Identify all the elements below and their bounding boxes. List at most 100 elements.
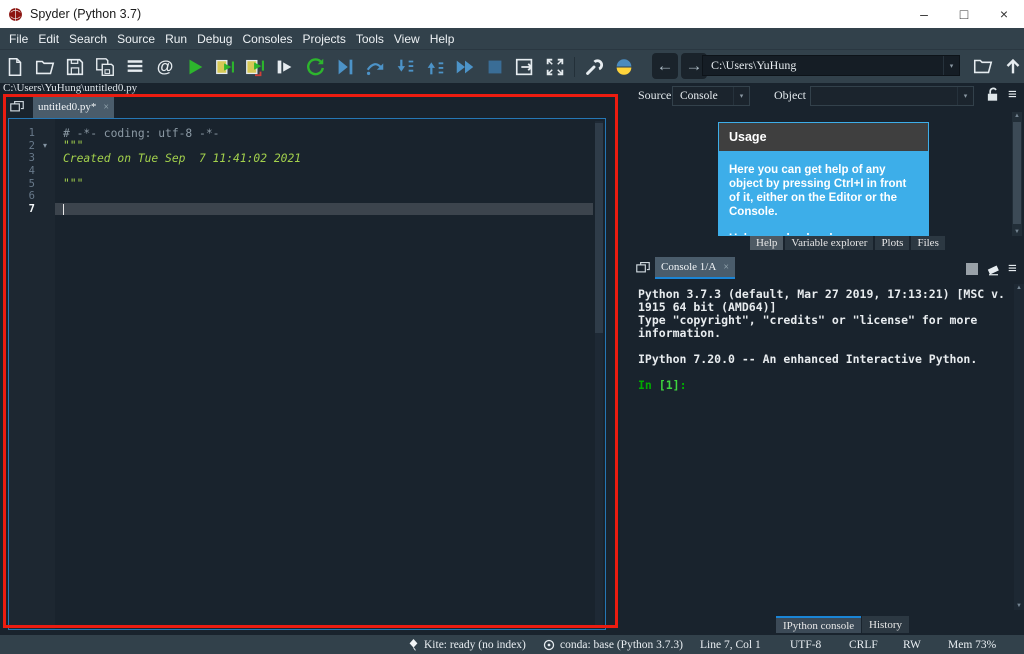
tab-ipython-console[interactable]: IPython console (776, 616, 862, 633)
source-label: Source (638, 88, 672, 102)
console-browse-tabs-button[interactable] (634, 260, 652, 276)
tab-variable-explorer[interactable]: Variable explorer (785, 236, 874, 250)
line-number: 7 (28, 202, 35, 215)
re-run-last-cell-button[interactable] (302, 54, 328, 80)
preferences-button[interactable] (581, 54, 607, 80)
run-file-button[interactable] (182, 54, 208, 80)
open-file-button[interactable] (32, 54, 58, 80)
file-switcher-button[interactable] (122, 54, 148, 80)
step-into-icon (397, 59, 414, 72)
line-number: 1 (28, 127, 35, 140)
dropdown-arrow-icon[interactable]: ▾ (733, 87, 749, 105)
scroll-down-icon[interactable]: ▼ (1012, 229, 1022, 235)
save-icon (66, 58, 84, 75)
back-button[interactable]: ← (652, 53, 678, 79)
continue-execution-button[interactable] (452, 54, 478, 80)
parent-directory-button[interactable] (1000, 53, 1024, 79)
current-line-highlight (55, 202, 593, 216)
step-over-button[interactable] (362, 54, 388, 80)
back-arrow-icon: ← (656, 56, 674, 75)
usage-tooltip: Usage Here you can get help of any objec… (718, 122, 929, 236)
tab-history[interactable]: History (862, 616, 909, 633)
code-line: 6 (9, 190, 605, 203)
python-logo-icon (616, 58, 632, 75)
line-number: 5 (28, 177, 35, 190)
pythonpath-manager-button[interactable] (611, 54, 637, 80)
scrollbar-thumb[interactable] (595, 123, 603, 333)
tab-plots[interactable]: Plots (875, 236, 910, 250)
editor-tab-untitled0[interactable]: untitled0.py* × (33, 96, 114, 118)
save-all-button[interactable] (92, 54, 118, 80)
menu-source[interactable]: Source (112, 32, 160, 46)
menu-view[interactable]: View (389, 32, 425, 46)
text-cursor (63, 203, 64, 215)
stop-debugging-button[interactable] (482, 54, 508, 80)
run-selection-button[interactable] (272, 54, 298, 80)
console-options-menu-button[interactable]: ≡ (1008, 261, 1017, 276)
run-cell-button[interactable] (212, 54, 238, 80)
open-folder-icon (35, 60, 55, 74)
tab-help[interactable]: Help (750, 236, 784, 250)
console-interrupt-button[interactable] (966, 263, 978, 275)
working-directory-combo[interactable]: C:\Users\YuHung ▾ (702, 55, 960, 76)
open-ipython-console-button[interactable] (512, 54, 538, 80)
close-button[interactable]: × (984, 0, 1024, 28)
menu-debug[interactable]: Debug (192, 32, 237, 46)
status-bar: Kite: ready (no index) conda: base (Pyth… (0, 635, 1024, 654)
new-file-button[interactable] (2, 54, 28, 80)
dropdown-arrow-icon[interactable]: ▾ (957, 87, 973, 105)
console-tab[interactable]: Console 1/A × (655, 257, 735, 279)
menu-help[interactable]: Help (425, 32, 460, 46)
save-file-button[interactable] (62, 54, 88, 80)
editor-vertical-scrollbar[interactable] (595, 121, 603, 627)
help-pane-header: Source Console ▾ Object ▾ ≡ (634, 84, 1024, 107)
at-symbol-icon: @ (156, 56, 174, 76)
debug-file-button[interactable] (332, 54, 358, 80)
console-clear-button[interactable] (986, 262, 1001, 282)
step-over-icon (366, 62, 384, 75)
conda-status: conda: base (Python 3.7.3) (543, 635, 683, 654)
console-scrollbar[interactable]: ▲ ▼ (1014, 284, 1024, 610)
editor-pane[interactable]: 1 # -*- coding: utf-8 -*- 2 ▾ """ 3 Crea… (8, 118, 606, 630)
menu-bar: File Edit Search Source Run Debug Consol… (0, 28, 1024, 49)
help-lock-button[interactable] (984, 86, 1001, 108)
menu-tools[interactable]: Tools (351, 32, 389, 46)
toolbar-separator (574, 56, 575, 77)
editor-code-area[interactable]: 1 # -*- coding: utf-8 -*- 2 ▾ """ 3 Crea… (9, 127, 605, 216)
scroll-down-icon[interactable]: ▼ (1014, 603, 1024, 609)
help-options-menu-button[interactable]: ≡ (1008, 87, 1017, 102)
menu-projects[interactable]: Projects (298, 32, 351, 46)
open-directory-button[interactable] (970, 53, 996, 79)
tab-close-icon[interactable]: × (723, 262, 729, 273)
menu-search[interactable]: Search (64, 32, 112, 46)
scroll-up-icon[interactable]: ▲ (1014, 285, 1024, 291)
menu-edit[interactable]: Edit (33, 32, 64, 46)
menu-run[interactable]: Run (160, 32, 192, 46)
ipython-console-output[interactable]: Python 3.7.3 (default, Mar 27 2019, 17:1… (638, 288, 1018, 392)
scroll-up-icon[interactable]: ▲ (1012, 113, 1022, 119)
list-icon (127, 59, 143, 72)
help-source-combo[interactable]: Console ▾ (672, 86, 750, 106)
tab-files[interactable]: Files (911, 236, 945, 250)
find-symbols-button[interactable]: @ (152, 54, 178, 80)
kite-icon (409, 639, 418, 651)
editor-browse-tabs-button[interactable] (8, 99, 26, 115)
maximize-button[interactable]: □ (944, 0, 984, 28)
dropdown-arrow-icon[interactable]: ▾ (943, 56, 959, 75)
tab-close-icon[interactable]: × (103, 102, 109, 113)
menu-consoles[interactable]: Consoles (237, 32, 297, 46)
usage-paragraph-1: Here you can get help of any object by p… (729, 164, 907, 218)
file-encoding: UTF-8 (790, 638, 822, 651)
maximize-pane-button[interactable] (542, 54, 568, 80)
help-object-combo[interactable]: ▾ (810, 86, 974, 106)
help-scrollbar[interactable]: ▲ ▼ (1012, 112, 1022, 236)
scrollbar-thumb[interactable] (1013, 122, 1021, 224)
code-text: # -*- coding: utf-8 -*- (63, 126, 220, 140)
menu-file[interactable]: File (4, 32, 33, 46)
fold-marker-icon[interactable]: ▾ (35, 141, 55, 150)
run-cell-and-advance-button[interactable] (242, 54, 268, 80)
step-into-button[interactable] (392, 54, 418, 80)
code-line: 1 # -*- coding: utf-8 -*- (9, 127, 605, 140)
step-return-button[interactable] (422, 54, 448, 80)
minimize-button[interactable]: – (904, 0, 944, 28)
